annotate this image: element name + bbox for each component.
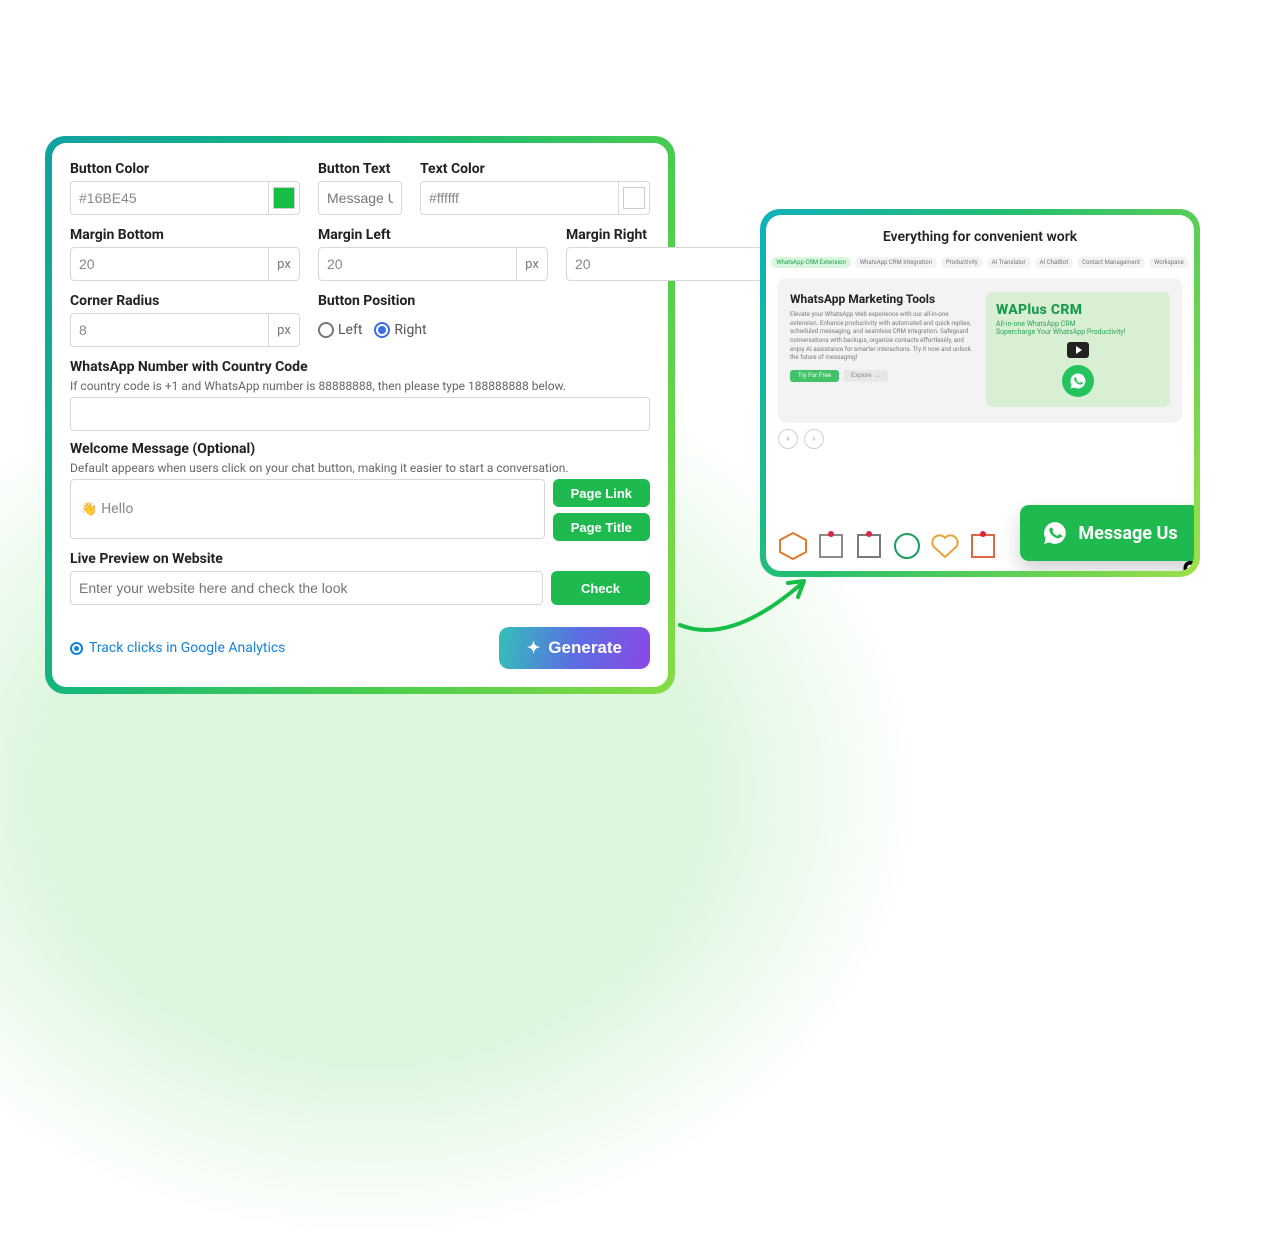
label-button-text: Button Text: [318, 161, 402, 177]
textarea-welcome-message[interactable]: 👋 Hello: [70, 479, 545, 539]
field-text-color: Text Color: [420, 161, 650, 215]
input-margin-right[interactable]: [566, 247, 764, 281]
input-whatsapp-number[interactable]: [70, 397, 650, 431]
track-clicks-toggle[interactable]: Track clicks in Google Analytics: [70, 640, 285, 656]
tag-5[interactable]: Contact Management: [1077, 257, 1145, 268]
generate-button[interactable]: ✦ Generate: [499, 627, 650, 669]
generate-label: Generate: [548, 638, 622, 658]
badge-3: [854, 531, 884, 561]
input-text-color[interactable]: [420, 181, 618, 215]
track-clicks-radio-icon: [70, 642, 83, 655]
tag-1[interactable]: WhatsApp CRM Integration: [855, 257, 937, 268]
label-margin-bottom: Margin Bottom: [70, 227, 300, 243]
sparkle-icon: ✦: [527, 638, 540, 658]
label-welcome-message: Welcome Message (Optional): [70, 441, 650, 457]
radio-position-right[interactable]: Right: [374, 322, 426, 338]
field-live-preview: Live Preview on Website Check: [70, 551, 650, 605]
unit-corner-radius: px: [268, 313, 300, 347]
unit-margin-left: px: [516, 247, 548, 281]
message-us-button[interactable]: Message Us: [1020, 505, 1194, 561]
swatch-button-color[interactable]: [268, 181, 300, 215]
field-whatsapp-number: WhatsApp Number with Country Code If cou…: [70, 359, 650, 431]
label-text-color: Text Color: [420, 161, 650, 177]
input-margin-bottom[interactable]: [70, 247, 268, 281]
preview-tags: WhatsApp CRM Extension WhatsApp CRM Inte…: [778, 257, 1182, 268]
field-margin-left: Margin Left px: [318, 227, 548, 281]
badge-6: [968, 531, 998, 561]
panel-sub-1: All-in-one WhatsApp CRM: [996, 320, 1160, 328]
tag-4[interactable]: AI ChatBot: [1035, 257, 1074, 268]
page-title-button[interactable]: Page Title: [553, 513, 650, 541]
help-whatsapp-number: If country code is +1 and WhatsApp numbe…: [70, 379, 650, 393]
help-welcome-message: Default appears when users click on your…: [70, 461, 650, 475]
tag-6[interactable]: Workspace: [1149, 257, 1189, 268]
label-button-color: Button Color: [70, 161, 300, 177]
field-corner-radius: Corner Radius px: [70, 293, 300, 347]
input-button-text[interactable]: [318, 181, 402, 215]
badge-4: [892, 531, 922, 561]
check-button[interactable]: Check: [551, 571, 650, 605]
preview-card: Everything for convenient work WhatsApp …: [760, 209, 1200, 577]
field-welcome-message: Welcome Message (Optional) Default appea…: [70, 441, 650, 541]
label-margin-left: Margin Left: [318, 227, 548, 243]
field-button-color: Button Color: [70, 161, 300, 215]
field-button-position: Button Position Left Right: [318, 293, 475, 347]
radio-label-left: Left: [338, 322, 362, 338]
page-link-button[interactable]: Page Link: [553, 479, 650, 507]
wave-icon: 👋: [81, 502, 97, 517]
play-icon: [1067, 342, 1089, 358]
badge-row: [778, 531, 998, 561]
input-margin-left[interactable]: [318, 247, 516, 281]
whatsapp-circle-icon: [1062, 365, 1094, 397]
prev-arrow[interactable]: ‹: [778, 429, 798, 449]
label-button-position: Button Position: [318, 293, 475, 309]
input-live-preview[interactable]: [70, 571, 543, 605]
label-corner-radius: Corner Radius: [70, 293, 300, 309]
try-free-button[interactable]: Try For Free: [790, 370, 839, 382]
marketing-pane: WhatsApp Marketing Tools Elevate your Wh…: [778, 278, 1182, 423]
preview-heading: Everything for convenient work: [778, 229, 1182, 245]
panel-sub-2: Supercharge Your WhatsApp Productivity!: [996, 328, 1160, 336]
tag-0[interactable]: WhatsApp CRM Extension: [771, 257, 851, 268]
input-corner-radius[interactable]: [70, 313, 268, 347]
widget-form-card: Button Color Button Text Text Color: [45, 136, 675, 694]
marketing-title: WhatsApp Marketing Tools: [790, 292, 976, 306]
unit-margin-bottom: px: [268, 247, 300, 281]
label-live-preview: Live Preview on Website: [70, 551, 650, 567]
badge-5: [930, 531, 960, 561]
arrow-icon: [670, 565, 830, 645]
label-whatsapp-number: WhatsApp Number with Country Code: [70, 359, 650, 375]
swatch-text-color[interactable]: [618, 181, 650, 215]
video-panel[interactable]: WAPlus CRM All-in-one WhatsApp CRM Super…: [986, 292, 1170, 407]
cursor-hand-icon: [1168, 555, 1194, 571]
whatsapp-icon: [1042, 520, 1068, 546]
tag-3[interactable]: AI Translator: [987, 257, 1031, 268]
track-clicks-label: Track clicks in Google Analytics: [89, 640, 285, 656]
tag-2[interactable]: Productivity: [941, 257, 983, 268]
arrow-right-icon: →: [874, 373, 880, 379]
next-arrow[interactable]: ›: [804, 429, 824, 449]
marketing-desc: Elevate your WhatsApp Web experience wit…: [790, 310, 976, 362]
input-button-color[interactable]: [70, 181, 268, 215]
explore-button[interactable]: Explore→: [843, 370, 888, 382]
welcome-value: Hello: [101, 501, 133, 517]
field-margin-bottom: Margin Bottom px: [70, 227, 300, 281]
radio-position-left[interactable]: Left: [318, 322, 362, 338]
field-button-text: Button Text: [318, 161, 402, 215]
badge-2: [816, 531, 846, 561]
badge-1: [778, 531, 808, 561]
panel-title: WAPlus CRM: [996, 302, 1160, 318]
message-us-label: Message Us: [1078, 523, 1177, 544]
radio-label-right: Right: [394, 322, 426, 338]
